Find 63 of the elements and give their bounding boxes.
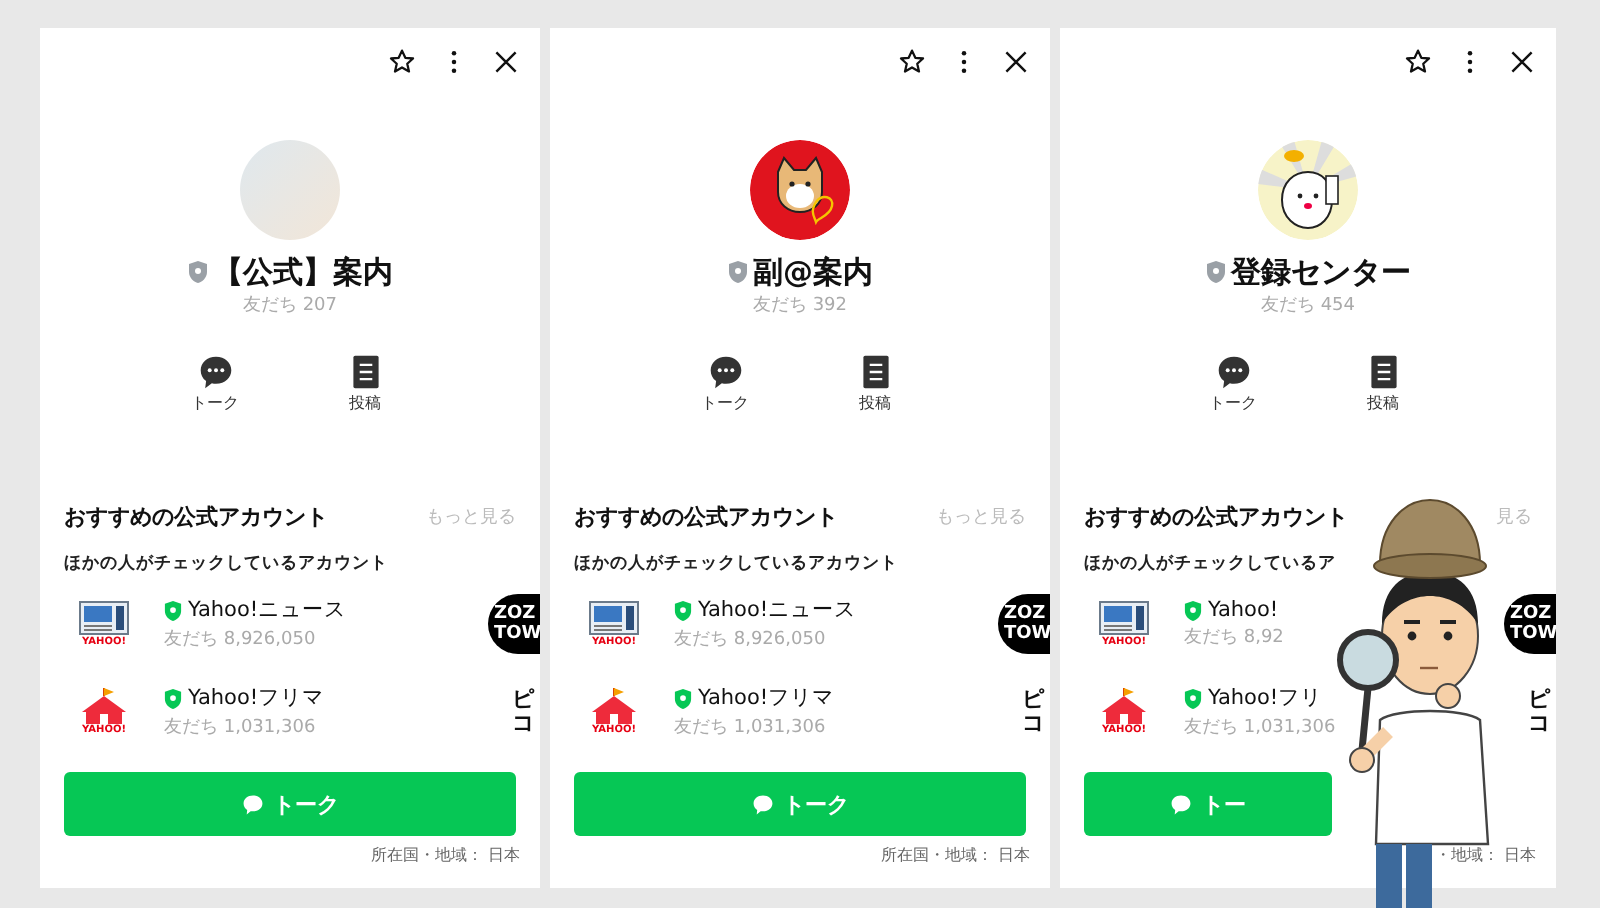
section-subtitle: ほかの人がチェックしているアカウント: [572, 552, 900, 578]
close-icon[interactable]: [1508, 48, 1536, 76]
dog-avatar-drawing: [1258, 140, 1358, 240]
star-icon[interactable]: [388, 48, 416, 76]
account-name[interactable]: Yahoo!: [1208, 598, 1279, 622]
star-icon[interactable]: [1404, 48, 1432, 76]
document-icon[interactable]: [347, 352, 383, 392]
region-label: 所在国・地域： 日本: [368, 844, 522, 868]
shield-badge-icon: [187, 260, 207, 284]
friend-count: 友だち 1,031,306: [674, 715, 828, 740]
close-icon[interactable]: [1002, 48, 1030, 76]
avatar-photo-placeholder: [240, 140, 340, 240]
region-label: 所在国・地域： 日本: [878, 844, 1032, 868]
friend-count: 友だち 8,926,050: [164, 627, 318, 652]
account-name[interactable]: Yahoo!フリマ: [188, 684, 325, 712]
chat-bubble-icon: [241, 793, 263, 815]
verified-shield-icon: [164, 687, 182, 709]
star-icon[interactable]: [898, 48, 926, 76]
friend-count: 友だち 8,926,050: [674, 627, 828, 652]
friend-count: 友だち 1,031,306: [1184, 715, 1338, 740]
action-label[interactable]: 投稿: [349, 392, 381, 416]
account-name[interactable]: Yahoo!ニュース: [188, 596, 347, 624]
chat-icon[interactable]: [197, 352, 233, 392]
partner-logo[interactable]: ピ コ: [1022, 688, 1050, 736]
chat-bubble-icon: [1170, 793, 1192, 815]
action-label[interactable]: 投稿: [859, 392, 891, 416]
account-name: 登録センター: [1231, 252, 1411, 292]
document-icon[interactable]: [1365, 352, 1401, 392]
friend-count: 友だち 1,031,306: [164, 715, 318, 740]
action-label[interactable]: 投稿: [1367, 392, 1399, 416]
verified-shield-icon: [1184, 687, 1202, 709]
section-title: おすすめの公式アカウント: [574, 501, 838, 531]
friend-count: 友だち 207: [240, 293, 340, 320]
account-name: 【公式】案内: [213, 252, 393, 292]
region-label: ・地域： 日本: [1432, 844, 1538, 868]
verified-shield-icon: [1184, 599, 1202, 621]
chat-icon[interactable]: [707, 352, 743, 392]
partner-logo[interactable]: ピ コ: [512, 688, 540, 736]
partner-logo[interactable]: ピ コ: [1528, 688, 1556, 736]
chat-bubble-icon: [751, 793, 773, 815]
verified-shield-icon: [674, 599, 692, 621]
document-icon[interactable]: [857, 352, 893, 392]
section-title: おすすめの公式アカウント: [64, 501, 328, 531]
section-subtitle: ほかの人がチェックしているアカウント: [62, 552, 390, 578]
account-name[interactable]: Yahoo!ニュース: [698, 596, 857, 624]
account-name[interactable]: Yahoo!フリ: [1208, 684, 1323, 712]
section-subtitle: ほかの人がチェックしているア: [1082, 552, 1338, 578]
shield-badge-icon: [727, 260, 747, 284]
friend-count: 友だち 8,92: [1184, 625, 1286, 650]
chat-icon[interactable]: [1215, 352, 1251, 392]
account-name: 副@案内: [753, 252, 873, 292]
action-label[interactable]: トーク: [701, 392, 749, 416]
close-icon[interactable]: [492, 48, 520, 76]
account-name[interactable]: Yahoo!フリマ: [698, 684, 835, 712]
action-label[interactable]: トーク: [1209, 392, 1257, 416]
verified-shield-icon: [674, 687, 692, 709]
friend-count: 友だち 392: [750, 293, 850, 320]
shield-badge-icon: [1205, 260, 1225, 284]
section-title: おすすめの公式アカウント: [1084, 501, 1348, 531]
dog-avatar-drawing: [750, 140, 850, 240]
verified-shield-icon: [164, 599, 182, 621]
action-label[interactable]: トーク: [191, 392, 239, 416]
friend-count: 友だち 454: [1258, 293, 1358, 320]
